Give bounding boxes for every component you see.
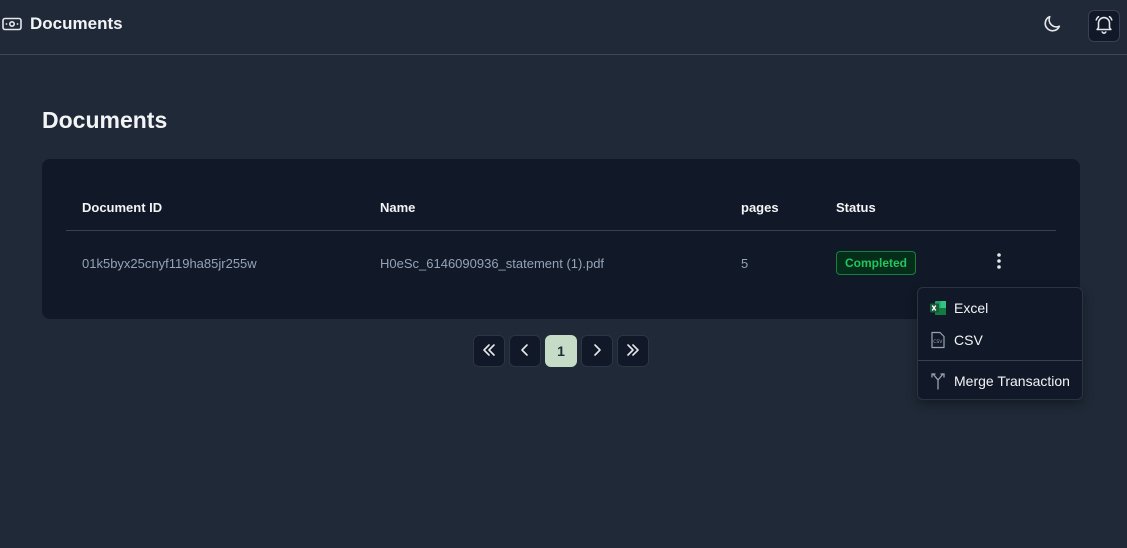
bell-icon [1093, 13, 1115, 40]
table-header: Document ID Name pages Status [66, 189, 1056, 231]
cell-document-id: 01k5byx25cnyf119ha85jr255w [82, 256, 257, 271]
page-number-button[interactable]: 1 [545, 335, 577, 367]
menu-item-excel[interactable]: Excel [918, 293, 1082, 323]
theme-toggle-button[interactable] [1036, 10, 1068, 42]
column-header-document-id[interactable]: Document ID [82, 200, 162, 215]
column-header-status[interactable]: Status [836, 200, 876, 215]
menu-divider [918, 360, 1082, 361]
pagination: 1 [473, 335, 649, 367]
first-page-button[interactable] [473, 335, 505, 367]
moon-icon [1041, 13, 1063, 40]
cell-pages: 5 [741, 256, 749, 271]
menu-item-csv[interactable]: CSV CSV [918, 325, 1082, 355]
column-header-pages[interactable]: pages [741, 200, 779, 215]
top-bar: Documents [0, 0, 1127, 55]
merge-icon [929, 372, 947, 390]
chevrons-left-icon [481, 342, 497, 361]
next-page-button[interactable] [581, 335, 613, 367]
page-title: Documents [42, 107, 168, 133]
menu-item-merge-transaction[interactable]: Merge Transaction [918, 366, 1082, 396]
more-vertical-icon [996, 252, 1002, 275]
status-badge: Completed [836, 251, 917, 275]
menu-item-label: Merge Transaction [954, 373, 1070, 389]
column-header-name[interactable]: Name [380, 200, 415, 215]
csv-icon: CSV [929, 331, 947, 349]
row-actions-button[interactable] [989, 252, 1009, 274]
menu-item-label: Excel [954, 300, 989, 316]
last-page-button[interactable] [617, 335, 649, 367]
cash-icon [2, 14, 22, 34]
menu-item-label: CSV [954, 332, 983, 348]
app-title: Documents [30, 14, 123, 33]
cell-name: H0eSc_6146090936_statement (1).pdf [380, 256, 605, 271]
notifications-button[interactable] [1088, 10, 1120, 42]
svg-text:CSV: CSV [933, 339, 943, 345]
brand: Documents [2, 14, 123, 34]
chevrons-right-icon [625, 342, 641, 361]
excel-icon [929, 299, 947, 317]
chevron-left-icon [517, 342, 533, 361]
chevron-right-icon [589, 342, 605, 361]
row-actions-menu: Excel CSV CSV Merge Transaction [917, 287, 1083, 400]
previous-page-button[interactable] [509, 335, 541, 367]
